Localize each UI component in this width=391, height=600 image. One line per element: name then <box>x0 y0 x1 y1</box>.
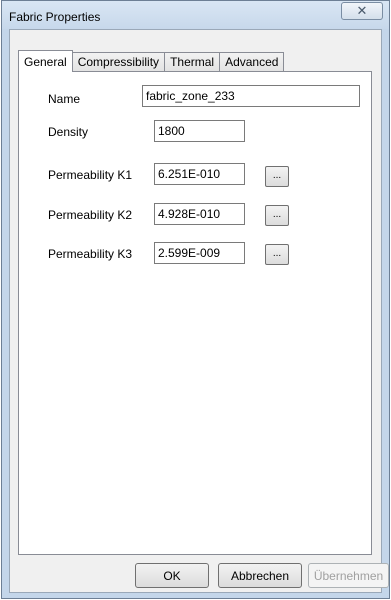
permeability-k3-field[interactable] <box>154 242 245 264</box>
tab-thermal[interactable]: Thermal <box>164 52 221 71</box>
tab-strip: General Compressibility Thermal Advanced <box>18 50 285 72</box>
tab-panel-general <box>18 71 372 555</box>
apply-button[interactable]: Übernehmen <box>308 563 389 588</box>
permeability-k2-field[interactable] <box>154 203 245 225</box>
tab-compressibility[interactable]: Compressibility <box>71 52 166 71</box>
permeability-k3-browse-button[interactable]: ... <box>265 244 289 265</box>
tab-general[interactable]: General <box>18 50 73 72</box>
permeability-k2-label: Permeability K2 <box>48 208 133 222</box>
tab-advanced[interactable]: Advanced <box>219 52 285 71</box>
density-field[interactable] <box>154 120 245 142</box>
name-label: Name <box>48 92 81 106</box>
permeability-k1-label: Permeability K1 <box>48 168 133 182</box>
title-bar[interactable]: Fabric Properties ✕ <box>2 1 389 29</box>
permeability-k2-browse-button[interactable]: ... <box>265 205 289 226</box>
permeability-k1-browse-button[interactable]: ... <box>265 166 289 187</box>
ok-button[interactable]: OK <box>135 563 209 588</box>
name-field[interactable] <box>142 85 360 107</box>
close-button[interactable]: ✕ <box>341 2 383 20</box>
close-icon: ✕ <box>356 3 368 18</box>
dialog-title: Fabric Properties <box>9 10 101 24</box>
density-label: Density <box>48 125 89 139</box>
permeability-k3-label: Permeability K3 <box>48 247 133 261</box>
permeability-k1-field[interactable] <box>154 163 245 185</box>
cancel-button[interactable]: Abbrechen <box>218 563 302 588</box>
